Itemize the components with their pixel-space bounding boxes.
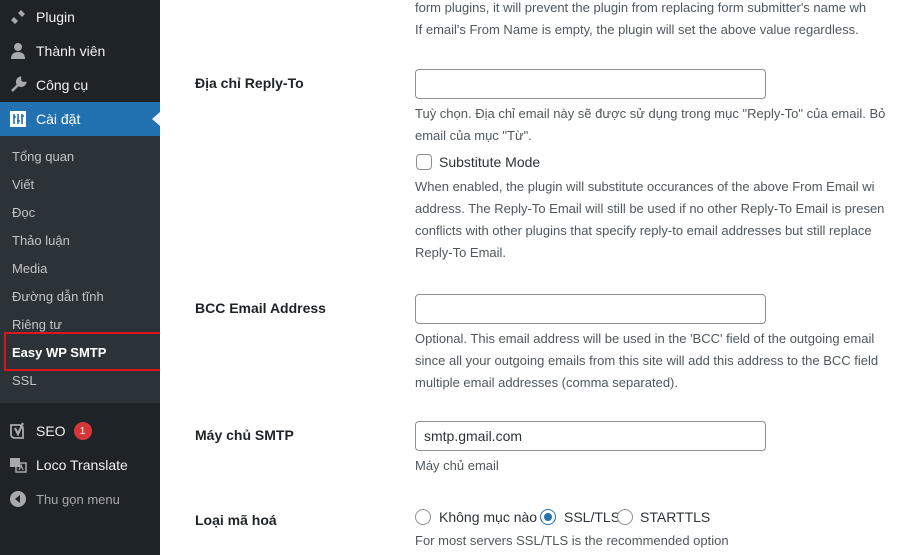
translate-icon bbox=[8, 455, 28, 475]
submenu-item-permalinks[interactable]: Đường dẫn tĩnh bbox=[12, 287, 104, 307]
description-line: conflicts with other plugins that specif… bbox=[415, 223, 872, 238]
bcc-description: Optional. This email address will be use… bbox=[415, 328, 909, 394]
menu-label-plugins: Plugin bbox=[36, 9, 75, 25]
substitute-mode-checkbox[interactable] bbox=[416, 154, 432, 170]
description-line: email của mục "Từ". bbox=[415, 128, 532, 143]
menu-label-settings: Cài đặt bbox=[36, 111, 81, 127]
submenu-item-reading[interactable]: Đọc bbox=[12, 203, 35, 223]
submenu-item-media[interactable]: Media bbox=[12, 259, 47, 279]
description-line: address. The Reply-To Email will still b… bbox=[415, 201, 885, 216]
reply-to-description: Tuỳ chọn. Địa chỉ email này sẽ được sử d… bbox=[415, 103, 909, 147]
smtp-host-input[interactable] bbox=[415, 421, 766, 451]
menu-item-plugins[interactable]: Plugin bbox=[0, 0, 160, 34]
smtp-host-label: Máy chủ SMTP bbox=[195, 427, 294, 443]
submenu-item-discussion[interactable]: Thảo luận bbox=[12, 231, 70, 251]
reply-to-label: Địa chỉ Reply-To bbox=[195, 75, 304, 91]
menu-label-users: Thành viên bbox=[36, 43, 106, 59]
encryption-description: For most servers SSL/TLS is the recommen… bbox=[415, 533, 729, 548]
admin-sidebar: Plugin Thành viên Công cụ Cài đặt Tổng q… bbox=[0, 0, 160, 555]
plugin-icon bbox=[8, 7, 28, 27]
encryption-option-ssl-tls[interactable]: SSL/TLS bbox=[564, 509, 620, 525]
menu-label-tools: Công cụ bbox=[36, 77, 89, 93]
settings-icon bbox=[8, 109, 28, 129]
encryption-label: Loại mã hoá bbox=[195, 512, 277, 528]
yoast-seo-icon bbox=[8, 421, 28, 441]
menu-item-loco-translate[interactable]: Loco Translate bbox=[0, 448, 160, 482]
tools-icon bbox=[8, 75, 28, 95]
menu-label-seo: SEO bbox=[36, 423, 66, 439]
encryption-radio-none[interactable] bbox=[415, 509, 431, 525]
submenu-item-writing[interactable]: Viết bbox=[12, 175, 34, 195]
description-line: Reply-To Email. bbox=[415, 245, 507, 260]
encryption-radio-starttls[interactable] bbox=[617, 509, 633, 525]
description-line: Optional. This email address will be use… bbox=[415, 331, 875, 346]
encryption-radio-ssl-tls[interactable] bbox=[540, 509, 556, 525]
active-arrow bbox=[152, 112, 160, 126]
menu-item-tools[interactable]: Công cụ bbox=[0, 68, 160, 102]
encryption-option-starttls[interactable]: STARTTLS bbox=[640, 509, 710, 525]
menu-item-settings[interactable]: Cài đặt bbox=[0, 102, 160, 136]
reply-to-input[interactable] bbox=[415, 69, 766, 99]
description-line: multiple email addresses (comma separate… bbox=[415, 375, 678, 390]
encryption-option-none[interactable]: Không mục nào bbox=[439, 509, 537, 525]
bcc-input[interactable] bbox=[415, 294, 766, 324]
from-name-description: form plugins, it will prevent the plugin… bbox=[415, 0, 909, 41]
substitute-mode-description: When enabled, the plugin will substitute… bbox=[415, 176, 909, 264]
menu-item-seo[interactable]: SEO 1 bbox=[0, 414, 160, 448]
description-line: Tuỳ chọn. Địa chỉ email này sẽ được sử d… bbox=[415, 106, 886, 121]
substitute-mode-label[interactable]: Substitute Mode bbox=[439, 154, 540, 170]
collapse-menu-label: Thu gọn menu bbox=[36, 491, 120, 507]
settings-content: form plugins, it will prevent the plugin… bbox=[160, 0, 909, 555]
description-line: If email's From Name is empty, the plugi… bbox=[415, 22, 859, 37]
description-line: since all your outgoing emails from this… bbox=[415, 353, 879, 368]
smtp-host-description: Máy chủ email bbox=[415, 458, 499, 473]
users-icon bbox=[8, 41, 28, 61]
submenu-item-ssl[interactable]: SSL bbox=[12, 371, 37, 391]
collapse-menu-button[interactable]: Thu gọn menu bbox=[0, 482, 160, 516]
notification-badge: 1 bbox=[73, 422, 92, 440]
description-line: When enabled, the plugin will substitute… bbox=[415, 179, 875, 194]
collapse-icon bbox=[8, 489, 28, 509]
bcc-label: BCC Email Address bbox=[195, 300, 326, 316]
submenu-item-general[interactable]: Tổng quan bbox=[12, 147, 74, 167]
menu-item-users[interactable]: Thành viên bbox=[0, 34, 160, 68]
description-line: form plugins, it will prevent the plugin… bbox=[415, 0, 867, 15]
menu-label-loco-translate: Loco Translate bbox=[36, 457, 128, 473]
